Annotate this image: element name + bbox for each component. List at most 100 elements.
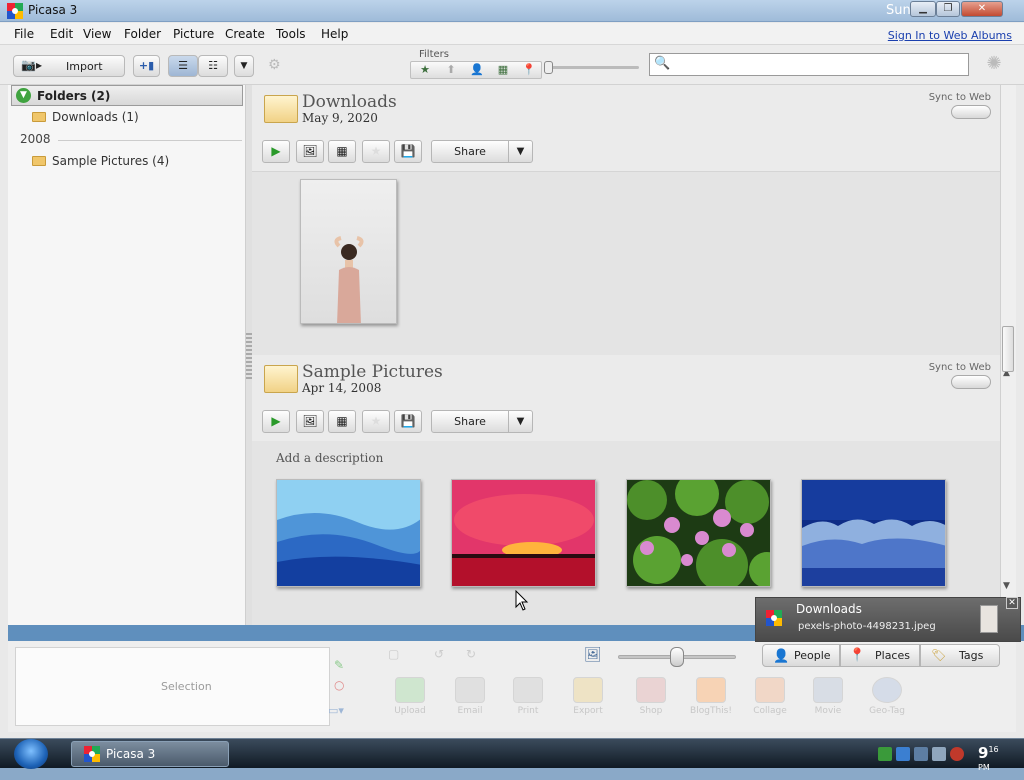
selection-label: Selection <box>161 680 212 693</box>
picture-collage-button[interactable]: 🖼 <box>296 140 324 163</box>
sidebar-item-downloads[interactable]: Downloads (1) <box>32 110 139 124</box>
minimize-button[interactable]: ▁ <box>910 1 936 17</box>
album-dropdown-icon[interactable]: ▭▾ <box>328 704 344 717</box>
downloads-photos <box>252 171 1000 355</box>
picasa-tray-icon[interactable] <box>896 747 910 761</box>
upload-button[interactable]: Upload <box>390 677 430 716</box>
picture-collage-button[interactable]: 🖼 <box>296 410 324 433</box>
save-button[interactable]: 💾 <box>394 410 422 433</box>
security-tray-icon[interactable] <box>950 747 964 761</box>
tray-hold-icon[interactable]: ▢ <box>388 647 399 661</box>
picture-tweak-icon[interactable]: ⚙ <box>268 57 294 77</box>
clock-hour: 9 <box>978 744 989 762</box>
share-button[interactable]: Share ▼ <box>431 140 533 163</box>
movie-action-button[interactable]: Movie <box>808 677 848 716</box>
menu-tools[interactable]: Tools <box>276 27 306 41</box>
blogger-icon <box>696 677 726 703</box>
pin-icon[interactable]: ✎ <box>334 658 344 672</box>
photo-thumbnail-woman[interactable] <box>300 179 397 324</box>
clear-selection-icon[interactable]: ○ <box>334 678 344 692</box>
list-view-button[interactable]: ☰ <box>168 55 198 77</box>
system-clock[interactable]: 916 PM <box>978 744 999 780</box>
notification-close-icon[interactable]: ✕ <box>1006 597 1018 609</box>
action-label: Upload <box>394 706 426 716</box>
folders-header[interactable]: ▼ Folders (2) <box>11 85 243 106</box>
section-title[interactable]: Sample Pictures <box>302 362 443 382</box>
scroll-down-icon[interactable]: ▼ <box>1003 581 1010 591</box>
menu-edit[interactable]: Edit <box>50 27 73 41</box>
print-button[interactable]: Print <box>508 677 548 716</box>
tab-people[interactable]: 👤 People <box>762 644 840 667</box>
play-slideshow-button[interactable]: ▶ <box>262 410 290 433</box>
close-button[interactable]: ✕ <box>961 1 1003 17</box>
maximize-button[interactable]: ❐ <box>936 1 960 17</box>
volume-tray-icon[interactable] <box>932 747 946 761</box>
photo-thumbnail-sunset[interactable] <box>451 479 596 587</box>
rotate-left-icon[interactable]: ↺ <box>434 647 444 661</box>
collage-button[interactable]: Collage <box>750 677 790 716</box>
menu-create[interactable]: Create <box>225 27 265 41</box>
people-filter-icon[interactable]: 👤 <box>465 62 489 78</box>
title-bar[interactable]: Picasa 3 Sun ▁ ❐ ✕ <box>0 0 1024 22</box>
star-button[interactable]: ★ <box>362 410 390 433</box>
rotate-right-icon[interactable]: ↻ <box>466 647 476 661</box>
tree-view-button[interactable]: ☷ <box>198 55 228 77</box>
view-dropdown-button[interactable]: ▼ <box>234 55 254 77</box>
menu-folder[interactable]: Folder <box>124 27 161 41</box>
picasa-window: Picasa 3 Sun ▁ ❐ ✕ File Edit View Folder… <box>0 0 1024 738</box>
starred-filter-icon[interactable]: ★ <box>413 62 437 78</box>
collapse-arrow-icon[interactable]: ▼ <box>16 88 31 103</box>
save-button[interactable]: 💾 <box>394 140 422 163</box>
upload-notification[interactable]: Downloads pexels-photo-4498231.jpeg ✕ <box>755 597 1021 642</box>
movie-button[interactable]: ▦ <box>328 410 356 433</box>
upload-filter-icon[interactable]: ⬆ <box>439 62 463 78</box>
scrollbar-thumb[interactable] <box>1002 326 1014 372</box>
selection-tray[interactable]: Selection ✎ ○ ▭▾ <box>15 647 344 726</box>
email-button[interactable]: Email <box>450 677 490 716</box>
sync-to-web-toggle[interactable] <box>951 105 991 119</box>
display-tray-icon[interactable] <box>914 747 928 761</box>
tab-places[interactable]: 📍 Places <box>840 644 920 667</box>
thumbnail-size-thumb[interactable] <box>670 647 684 667</box>
import-button[interactable]: 📷▸ Import <box>13 55 125 77</box>
date-filter-slider[interactable] <box>547 66 639 69</box>
photo-thumbnail-blue-hills[interactable] <box>276 479 421 587</box>
movie-button[interactable]: ▦ <box>328 140 356 163</box>
photo-thumbnail-winter-trees[interactable] <box>801 479 946 587</box>
sidebar-item-sample-pictures[interactable]: Sample Pictures (4) <box>32 154 169 168</box>
add-description-field[interactable]: Add a description <box>276 451 383 465</box>
photo-thumbnail-water-lilies[interactable] <box>626 479 771 587</box>
menu-view[interactable]: View <box>83 27 111 41</box>
action-label: Print <box>517 706 539 716</box>
clock-minutes: 16 <box>988 745 999 754</box>
geotag-filter-icon[interactable]: 📍 <box>517 62 541 78</box>
menu-file[interactable]: File <box>14 27 34 41</box>
sync-to-web-toggle[interactable] <box>951 375 991 389</box>
tab-tags[interactable]: 🏷 Tags <box>920 644 1000 667</box>
share-dropdown-icon[interactable]: ▼ <box>508 141 532 162</box>
add-folder-button[interactable]: +▮ <box>133 55 160 77</box>
tag-icon: 🏷 <box>931 648 947 662</box>
search-box[interactable]: 🔍 <box>649 53 969 76</box>
section-title[interactable]: Downloads <box>302 92 397 112</box>
section-header-sample-pictures: Sample Pictures Apr 14, 2008 Sync to Web… <box>252 355 1000 441</box>
section-date: Apr 14, 2008 <box>302 381 382 395</box>
star-button[interactable]: ★ <box>362 140 390 163</box>
blogthis-button[interactable]: BlogThis! <box>686 677 736 716</box>
taskbar-item-picasa[interactable]: Picasa 3 <box>71 741 229 767</box>
network-tray-icon[interactable] <box>878 747 892 761</box>
menu-help[interactable]: Help <box>321 27 348 41</box>
sign-in-web-albums-link[interactable]: Sign In to Web Albums <box>888 29 1012 42</box>
play-slideshow-button[interactable]: ▶ <box>262 140 290 163</box>
geotag-button[interactable]: Geo-Tag <box>866 677 908 716</box>
date-filter-slider-thumb[interactable] <box>544 61 553 74</box>
shop-button[interactable]: Shop <box>631 677 671 716</box>
share-button[interactable]: Share ▼ <box>431 410 533 433</box>
movie-filter-icon[interactable]: ▦ <box>491 62 515 78</box>
menu-picture[interactable]: Picture <box>173 27 214 41</box>
filter-buttons: ★ ⬆ 👤 ▦ 📍 <box>410 61 542 79</box>
export-button[interactable]: Export <box>568 677 608 716</box>
water-lilies-photo <box>627 480 770 586</box>
start-button-icon[interactable] <box>14 739 48 769</box>
share-dropdown-icon[interactable]: ▼ <box>508 411 532 432</box>
